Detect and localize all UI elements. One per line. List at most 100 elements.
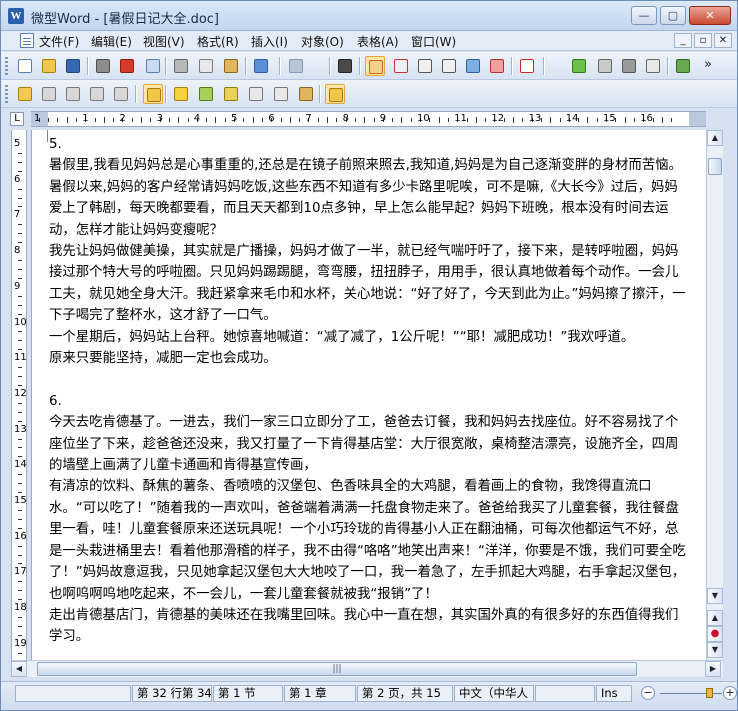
- paragraph[interactable]: 有清凉的饮料、酥焦的薯条、香喷喷的汉堡包、色香味具全的大鸡腿，看着画上的食物，我…: [49, 476, 689, 604]
- redo-button[interactable]: [286, 56, 306, 76]
- highlight-button[interactable]: [39, 84, 59, 104]
- font-button[interactable]: [517, 56, 537, 76]
- doc-minimize-button[interactable]: _: [674, 33, 692, 48]
- page-view-button[interactable]: [365, 56, 385, 76]
- print-preview-button[interactable]: [143, 56, 163, 76]
- save-button[interactable]: [63, 56, 83, 76]
- insert-object-button[interactable]: [87, 84, 107, 104]
- vertical-scrollbar[interactable]: ▲ ▼ ▲ ● ▼: [706, 130, 723, 660]
- doc-close-button[interactable]: ✕: [714, 33, 732, 48]
- toolbar-grip[interactable]: [5, 85, 8, 103]
- print-button[interactable]: [93, 56, 113, 76]
- scroll-right-button[interactable]: ▶: [705, 661, 721, 677]
- toolbar-grip[interactable]: [5, 57, 8, 75]
- columns-button[interactable]: [595, 56, 615, 76]
- menu-table[interactable]: 表格(A): [357, 33, 399, 50]
- ruler-tick: [364, 117, 366, 123]
- ruler-tick: [401, 117, 403, 123]
- paragraph[interactable]: 走出肯德基店门，肯德基的美味还在我嘴里回味。我心中一直在想，其实国外真的有很多好…: [49, 605, 689, 648]
- tab-stop-selector[interactable]: L: [10, 112, 24, 126]
- copy-format-button[interactable]: [111, 84, 131, 104]
- vruler-tick: [18, 563, 22, 565]
- pen-outline-2-icon: [274, 87, 288, 101]
- status-blank: [535, 685, 595, 702]
- line-view-button[interactable]: [391, 56, 411, 76]
- pen-outline-button[interactable]: [246, 84, 266, 104]
- menu-insert[interactable]: 插入(I): [251, 33, 288, 50]
- paragraph[interactable]: 原来只要能坚持，减肥一定也会成功。: [49, 348, 689, 369]
- menu-file[interactable]: 文件(F): [39, 33, 79, 50]
- minimize-button[interactable]: —: [631, 6, 657, 25]
- undo-button[interactable]: [251, 56, 271, 76]
- binoculars-button[interactable]: [673, 56, 693, 76]
- cut-button[interactable]: [171, 56, 191, 76]
- doc-restore-button[interactable]: ▫: [694, 33, 712, 48]
- menu-window[interactable]: 窗口(W): [411, 33, 456, 50]
- frame-button[interactable]: [619, 56, 639, 76]
- scroll-up-button[interactable]: ▲: [707, 130, 723, 146]
- copy-button[interactable]: [196, 56, 216, 76]
- browse-object-button[interactable]: ●: [707, 626, 723, 642]
- vertical-scroll-thumb[interactable]: [708, 158, 722, 175]
- scroll-down-button[interactable]: ▼: [707, 588, 723, 604]
- document-page[interactable]: 5. 暑假里,我看见妈妈总是心事重重的,还总是在镜子前照来照去,我知道,妈妈是为…: [31, 130, 706, 660]
- zoom-in-button[interactable]: +: [723, 686, 737, 700]
- blank-paragraph[interactable]: [49, 369, 689, 390]
- toolbar-separator: [135, 85, 136, 103]
- clear-format-button[interactable]: [63, 84, 83, 104]
- toolbar-overflow-chevron-icon[interactable]: »: [704, 57, 712, 72]
- document-icon[interactable]: [20, 33, 34, 48]
- pen-yellow-button[interactable]: [221, 84, 241, 104]
- document-text[interactable]: 5. 暑假里,我看见妈妈总是心事重重的,还总是在镜子前照来照去,我知道,妈妈是为…: [49, 134, 689, 648]
- word-app-icon[interactable]: W: [8, 8, 24, 24]
- star-pen-button[interactable]: [171, 84, 191, 104]
- toolbar-separator: [165, 57, 166, 75]
- letter-l-button[interactable]: [643, 56, 663, 76]
- pen-green-button[interactable]: [196, 84, 216, 104]
- paragraph[interactable]: 今天去吃肯德基了。一进去，我们一家三口立即分了工，爸爸去订餐，我和妈妈去找座位。…: [49, 412, 689, 476]
- horizontal-scroll-thumb[interactable]: |||: [37, 662, 637, 676]
- paste-button[interactable]: [221, 56, 241, 76]
- save-icon: [66, 59, 80, 73]
- vertical-ruler[interactable]: 5 6 7 8 9 10 11 12 13 14 15 16 17 18 19: [11, 130, 27, 660]
- percent-button[interactable]: [487, 56, 507, 76]
- horizontal-ruler[interactable]: 2112345678910111213141516: [31, 111, 706, 127]
- zoom-out-button[interactable]: −: [641, 686, 655, 700]
- format-brush-button[interactable]: [15, 84, 35, 104]
- menu-view[interactable]: 视图(V): [143, 33, 185, 50]
- zoom-button[interactable]: [463, 56, 483, 76]
- web-view-button[interactable]: [439, 56, 459, 76]
- status-language[interactable]: 中文（中华人: [454, 685, 534, 702]
- vruler-tick: [18, 206, 22, 208]
- zoom-slider-knob[interactable]: [706, 688, 713, 698]
- scroll-left-button[interactable]: ◀: [11, 661, 27, 677]
- paragraph[interactable]: 暑假里,我看见妈妈总是心事重重的,还总是在镜子前照来照去,我知道,妈妈是为自己逐…: [49, 155, 689, 241]
- ruler-tick: [327, 117, 328, 123]
- new-document-button[interactable]: [15, 56, 35, 76]
- open-folder-button[interactable]: [39, 56, 59, 76]
- page-up-button[interactable]: ▲: [707, 610, 723, 626]
- page-down-button[interactable]: ▼: [707, 642, 723, 658]
- paragraph[interactable]: 一个星期后，妈妈站上台秤。她惊喜地喊道：“减了减了，1公斤呢！”“耶！减肥成功！…: [49, 327, 689, 348]
- edit-note-button[interactable]: [296, 84, 316, 104]
- paragraph[interactable]: 5.: [49, 134, 689, 155]
- title-bar[interactable]: W 微型Word - [暑假日记大全.doc] — ▢ ✕: [1, 1, 737, 31]
- pdf-export-button[interactable]: [117, 56, 137, 76]
- spellcheck-button[interactable]: [569, 56, 589, 76]
- find-button[interactable]: [335, 56, 355, 76]
- menu-object[interactable]: 对象(O): [301, 33, 344, 50]
- close-button[interactable]: ✕: [689, 6, 731, 25]
- menu-edit[interactable]: 编辑(E): [91, 33, 132, 50]
- outline-view-button[interactable]: [415, 56, 435, 76]
- paragraph[interactable]: 6.: [49, 391, 689, 412]
- horizontal-scrollbar[interactable]: ◀ ||| ▶: [11, 660, 723, 677]
- maximize-button[interactable]: ▢: [660, 6, 686, 25]
- undo-icon: [254, 59, 268, 73]
- track-changes-button[interactable]: [325, 84, 345, 104]
- pen-outline-2-button[interactable]: [271, 84, 291, 104]
- new-document-icon: [18, 59, 32, 73]
- paste-format-button[interactable]: [143, 84, 163, 104]
- status-insert-mode[interactable]: Ins: [596, 685, 632, 702]
- menu-format[interactable]: 格式(R): [197, 33, 239, 50]
- paragraph[interactable]: 我先让妈妈做健美操，其实就是广播操，妈妈才做了一半，就已经气喘吁吁了，接下来，是…: [49, 241, 689, 327]
